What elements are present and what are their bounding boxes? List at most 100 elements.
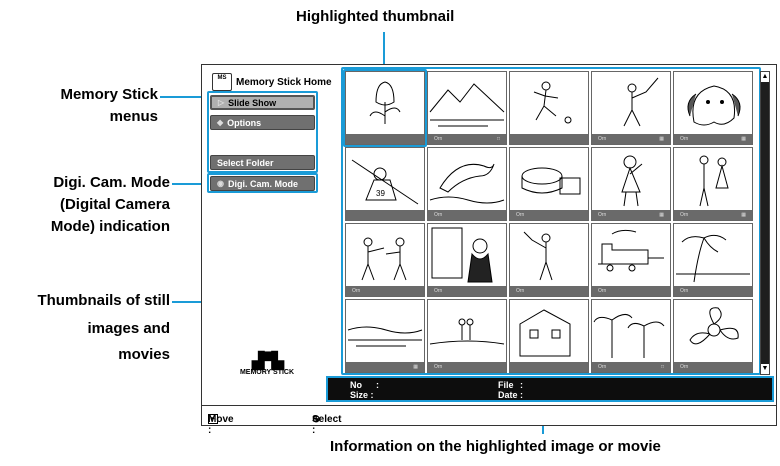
info-size-label: Size :	[350, 390, 374, 400]
thumbnail-info-bar	[346, 210, 424, 220]
thumbnail-image	[598, 229, 664, 272]
callout-info: Information on the highlighted image or …	[330, 438, 661, 455]
thumbnail-image	[431, 227, 493, 283]
slide-show-icon: ▷	[218, 98, 225, 107]
thumbnail-bar-left: Orn	[598, 288, 607, 294]
thumbnail-info-bar: Orn ▦	[674, 134, 752, 144]
thumbnail-info-bar: Orn	[428, 210, 506, 220]
thumbnail-info-bar: Orn	[428, 286, 506, 296]
scrollbar[interactable]: ▲ ▼	[760, 71, 770, 375]
thumbnail-dog[interactable]: Orn ▦	[673, 71, 753, 145]
thumbnail-dolphin[interactable]: Orn	[427, 147, 507, 221]
thumbnail-bar-left: Orn	[598, 136, 607, 142]
callout-digi-cam-line1: Digi. Cam. Mode	[53, 174, 170, 191]
thumbnail-image	[623, 77, 659, 127]
slide-show-label: Slide Show	[228, 97, 277, 108]
scroll-up-arrow-icon[interactable]: ▲	[761, 72, 769, 82]
thumbnail-image: 39	[351, 159, 419, 205]
thumbnail-train[interactable]: Orn	[591, 223, 671, 297]
thumbnail-soccer-player[interactable]	[509, 71, 589, 145]
options-button[interactable]: ◆ Options	[210, 115, 315, 130]
thumbnail-info-bar: Orn	[428, 362, 506, 372]
select-folder-button[interactable]: Select Folder	[210, 155, 315, 170]
thumbnail-flower-closeup[interactable]: Orn	[673, 299, 753, 373]
thumbnail-image	[521, 167, 581, 195]
thumbnail-bar-left: Orn	[598, 212, 607, 218]
thumbnail-info-bar	[510, 134, 588, 144]
thumbnail-bar-left: Orn	[680, 212, 689, 218]
thumbnail-tropical-trees[interactable]: Orn □	[591, 299, 671, 373]
thumbnail-info-bar: Orn □	[592, 362, 670, 372]
thumbnail-bar-right-icon: ▦	[741, 212, 746, 218]
memory-stick-logo-mark: ▟▀▙	[252, 353, 284, 370]
callout-digi-cam-line2: (Digital Camera	[59, 196, 170, 213]
thumbnail-image	[429, 83, 505, 127]
memory-stick-home-screen: MS Memory Stick Home ▷ Slide Show ◆ Opti…	[201, 64, 777, 436]
thumbnail-image	[429, 318, 505, 345]
thumbnail-bar-right-icon: □	[496, 136, 500, 142]
memory-stick-logo-text: MEMORY STICK	[239, 369, 295, 376]
thumbnail-baseball-batter[interactable]: Orn ▦	[591, 71, 671, 145]
thumbnail-info-bar: Orn □	[428, 134, 506, 144]
select-key-icon: ⊕	[312, 414, 321, 425]
callout-memory-stick-menus-line1: Memory Stick	[60, 86, 158, 103]
thumbnail-info-bar: Orn	[592, 286, 670, 296]
thumbnail-seascape[interactable]: ▦	[345, 299, 425, 373]
info-no-label: No	[350, 380, 362, 390]
thumbnail-mountain-lake[interactable]: Orn □	[427, 71, 507, 145]
thumbnail-image	[519, 309, 571, 357]
thumbnail-building[interactable]	[509, 299, 589, 373]
thumbnail-info-bar: ▦	[346, 362, 424, 372]
options-icon: ◆	[217, 118, 224, 127]
thumbnail-info-bar: Orn ▦	[674, 210, 752, 220]
thumbnail-couple-beach[interactable]: Orn	[427, 299, 507, 373]
thumbnail-bar-left: Orn	[680, 364, 689, 370]
thumbnail-bar-right-icon: ▦	[741, 136, 746, 142]
thumbnail-image	[429, 163, 505, 204]
thumbnail-cake[interactable]: Orn	[509, 147, 589, 221]
thumbnail-image	[689, 307, 739, 345]
thumbnail-image	[361, 237, 407, 281]
thumbnail-bar-left: Orn	[516, 288, 525, 294]
home-title: Memory Stick Home	[236, 76, 332, 88]
thumbnail-image	[676, 234, 750, 283]
select-folder-label: Select Folder	[217, 157, 274, 168]
thumbnail-image	[347, 326, 423, 347]
thumbnail-image	[699, 155, 729, 207]
thumbnail-image	[621, 155, 643, 207]
thumbnail-info-bar: Orn	[674, 286, 752, 296]
memory-stick-logo: ▟▀▙ MEMORY STICK	[232, 353, 302, 377]
callout-digi-cam-line3: Mode) indication	[50, 218, 170, 235]
home-header: MS Memory Stick Home	[212, 73, 332, 91]
thumbnail-woman-at-window[interactable]: Orn	[427, 223, 507, 297]
callout-highlighted-thumbnail: Highlighted thumbnail	[296, 8, 455, 25]
thumbnail-image	[533, 81, 572, 124]
thumbnail-image	[687, 85, 741, 126]
thumbnail-bar-left: Orn	[598, 364, 607, 370]
thumbnail-bar-left: Orn	[434, 288, 443, 294]
thumbnail-bar-left: Orn	[434, 212, 443, 218]
thumbnail-boxers[interactable]: Orn	[345, 223, 425, 297]
thumbnail-info-bar: Orn	[674, 362, 752, 372]
thumbnail-image	[523, 231, 553, 281]
camera-icon: ◉	[217, 179, 224, 188]
arrow-right-key-icon: ▸	[208, 414, 218, 424]
thumbnail-info-bar: Orn ▦	[592, 210, 670, 220]
thumbnail-bar-right-icon: ▦	[659, 212, 664, 218]
info-file-colon: :	[520, 380, 523, 390]
thumbnail-couple[interactable]: Orn ▦	[673, 147, 753, 221]
thumbnail-baseball-catcher[interactable]: 39	[345, 147, 425, 221]
thumbnail-image	[593, 314, 665, 358]
digi-cam-mode-indicator: ◉ Digi. Cam. Mode	[210, 176, 315, 191]
thumbnail-singer[interactable]: Orn ▦	[591, 147, 671, 221]
thumbnail-bar-right-icon: ▦	[659, 136, 664, 142]
thumbnail-info-bar: Orn	[510, 286, 588, 296]
thumbnail-bar-left: Orn	[434, 364, 443, 370]
thumbnail-palm-beach[interactable]: Orn	[673, 223, 753, 297]
thumbnail-bar-left: Orn	[680, 288, 689, 294]
scroll-down-arrow-icon[interactable]: ▼	[761, 364, 769, 374]
thumbnail-golfer[interactable]: Orn	[509, 223, 589, 297]
thumbnail-bar-left: Orn	[680, 136, 689, 142]
footer-bar: Move : ▪ ▸ Select : ⊕	[202, 405, 776, 436]
slide-show-button[interactable]: ▷ Slide Show	[210, 95, 315, 110]
